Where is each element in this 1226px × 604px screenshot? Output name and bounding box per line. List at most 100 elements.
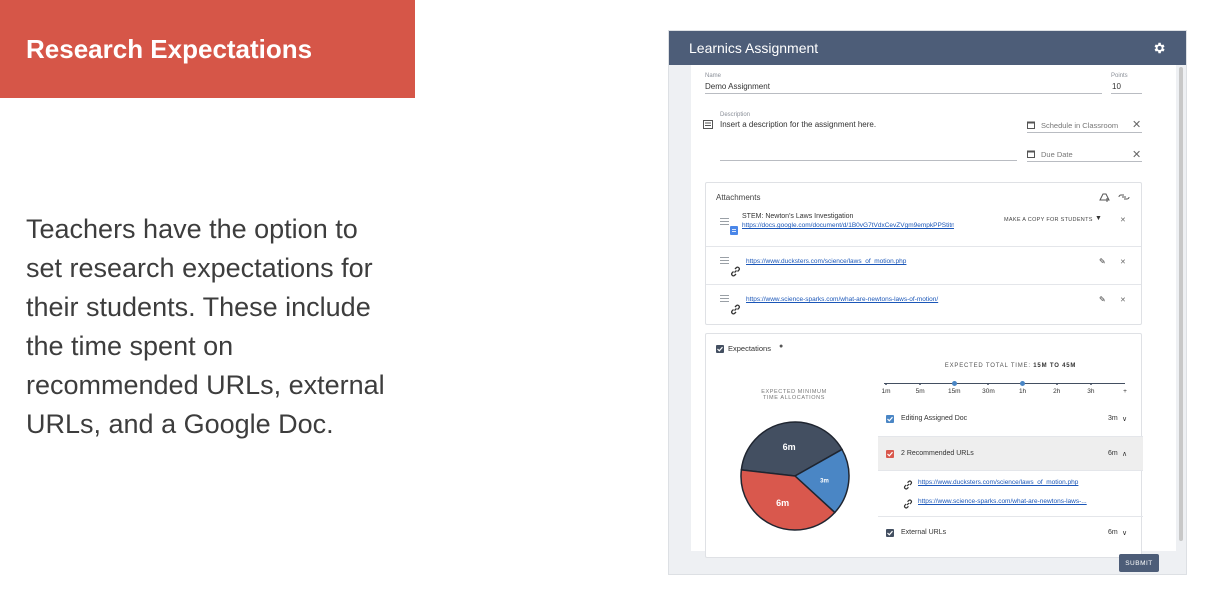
schedule-in-classroom-field[interactable]: Schedule in Classroom (1041, 121, 1118, 130)
slider-handle[interactable] (1020, 381, 1026, 386)
gear-icon[interactable] (1152, 41, 1166, 55)
schedule-underline (1027, 132, 1142, 133)
points-label: Points (1111, 73, 1128, 79)
row-time: 6m (1108, 529, 1118, 536)
row-label: 2 Recommended URLs (901, 450, 974, 457)
window-title-bar: Learnics Assignment (669, 31, 1186, 65)
slider-tick (919, 382, 922, 385)
attachment-row-link: https://www.ducksters.com/science/laws_o… (706, 246, 1141, 283)
slider-tick-label: 3h (1087, 388, 1095, 395)
attachments-title: Attachments (716, 193, 761, 202)
learnics-assignment-window: Learnics Assignment Name Demo Assignment… (668, 30, 1187, 575)
pie-slice-label: 6m (776, 498, 789, 508)
remove-attachment-icon[interactable]: ✕ (1120, 258, 1126, 266)
expected-total-value: 15M TO 45M (1033, 363, 1077, 369)
slider-tick (1089, 382, 1092, 385)
expectations-checkbox[interactable] (716, 345, 724, 353)
pie-title: EXPECTED MINIMUM TIME ALLOCATIONS (744, 389, 844, 401)
expectations-card: Expectations ● EXPECTED TOTAL TIME: 15M … (705, 333, 1143, 558)
slider-handle[interactable] (951, 381, 957, 386)
slide-title-banner: Research Expectations (0, 0, 415, 98)
recommended-url-list: https://www.ducksters.com/science/laws_o… (878, 470, 1143, 516)
slide-description: Teachers have the option to set research… (26, 214, 385, 439)
pie-slice-label: 6m (783, 442, 796, 452)
slide-title: Research Expectations (26, 33, 313, 64)
row-time: 6m (1108, 450, 1118, 457)
recommended-checkbox[interactable] (886, 450, 894, 458)
external-checkbox[interactable] (886, 529, 894, 537)
link-icon (731, 304, 740, 315)
description-underline (720, 160, 1017, 161)
expected-total-time: EXPECTED TOTAL TIME: 15M TO 45M (878, 363, 1143, 369)
due-date-underline (1027, 161, 1142, 162)
remove-attachment-icon[interactable]: ✕ (1120, 296, 1126, 304)
drag-handle-icon[interactable] (720, 295, 729, 304)
clear-due-date-icon[interactable]: ✕ (1132, 150, 1141, 161)
chevron-down-icon[interactable]: ∨ (1122, 415, 1127, 423)
name-label: Name (705, 73, 722, 79)
slider-tick (885, 382, 887, 385)
link-icon (731, 266, 740, 277)
scrollbar[interactable] (1179, 67, 1183, 541)
edit-pencil-icon[interactable]: ✎ (1099, 295, 1106, 304)
attachment-url[interactable]: https://docs.google.com/document/d/1B0vG… (742, 222, 954, 229)
description-icon (703, 120, 713, 129)
row-label: External URLs (901, 529, 947, 536)
attachment-title: STEM: Newton's Laws Investigation (742, 213, 854, 220)
slider-tick-label: 2h (1053, 388, 1061, 395)
edit-pencil-icon[interactable]: ✎ (1099, 257, 1106, 266)
expectation-row-doc[interactable]: Editing Assigned Doc 3m ∨ (878, 402, 1143, 436)
copy-mode-dropdown[interactable]: MAKE A COPY FOR STUDENTS (1004, 217, 1093, 223)
row-label: Editing Assigned Doc (901, 415, 968, 422)
attachment-row-google-doc: STEM: Newton's Laws Investigation https:… (706, 208, 1141, 245)
clear-schedule-icon[interactable]: ✕ (1132, 120, 1141, 131)
assignment-form: Name Demo Assignment Points 10 Descripti… (691, 65, 1176, 558)
slider-tick-label: 1h (1018, 388, 1027, 395)
name-input[interactable]: Demo Assignment (705, 82, 770, 91)
expectation-row-recommended[interactable]: 2 Recommended URLs 6m ∧ (878, 436, 1143, 470)
link-icon (903, 499, 913, 509)
expectations-label: Expectations (728, 344, 771, 353)
attachment-row-link: https://www.science-sparks.com/what-are-… (706, 284, 1141, 321)
chevron-up-icon[interactable]: ∧ (1122, 450, 1127, 458)
drag-handle-icon[interactable] (720, 257, 729, 266)
points-underline (1111, 93, 1142, 94)
link-icon (903, 480, 913, 490)
slider-tick-label: 1m (881, 388, 891, 395)
name-underline (705, 93, 1102, 94)
slider-tick-label: + (1123, 388, 1127, 395)
time-allocation-pie-chart: 6m 3m 6m (740, 421, 850, 531)
slider-tick-label: 30m (982, 388, 995, 395)
drag-handle-icon[interactable] (720, 218, 729, 227)
expectation-row-external[interactable]: External URLs 6m ∨ (878, 516, 1143, 550)
recommended-url[interactable]: https://www.ducksters.com/science/laws_o… (918, 479, 1140, 486)
attachment-url[interactable]: https://www.science-sparks.com/what-are-… (746, 296, 996, 303)
points-input[interactable]: 10 (1112, 82, 1121, 91)
chevron-down-icon[interactable]: ∨ (1122, 529, 1127, 537)
description-input[interactable]: Insert a description for the assignment … (720, 120, 876, 129)
attachment-url[interactable]: https://www.ducksters.com/science/laws_o… (746, 258, 996, 265)
slider-tick-label: 15m (947, 388, 961, 395)
calendar-icon (1027, 150, 1035, 158)
doc-checkbox[interactable] (886, 415, 894, 423)
expected-total-label: EXPECTED TOTAL TIME: (944, 363, 1031, 369)
row-time: 3m (1108, 415, 1118, 422)
slider-tick (1055, 382, 1058, 385)
time-range-slider[interactable]: 1m 5m 15m 30m 1h 2h 3h + (878, 380, 1143, 400)
recommended-url[interactable]: https://www.science-sparks.com/what-are-… (918, 498, 1140, 505)
description-label: Description (720, 112, 751, 118)
slider-tick-label: 5m (915, 388, 925, 395)
submit-button[interactable]: SUBMIT (1119, 554, 1159, 572)
pie-title-line2: TIME ALLOCATIONS (762, 395, 826, 401)
attachments-card: Attachments STEM: Newton's Laws Investig… (705, 182, 1142, 325)
add-drive-file-icon[interactable] (1098, 191, 1110, 203)
add-link-icon[interactable] (1118, 192, 1130, 202)
calendar-icon (1027, 121, 1035, 129)
chevron-down-icon[interactable]: ▼ (1095, 215, 1102, 222)
help-icon[interactable]: ● (779, 343, 783, 350)
remove-attachment-icon[interactable]: ✕ (1120, 216, 1126, 224)
pie-slice-label: 3m (820, 478, 829, 484)
expectation-list: Editing Assigned Doc 3m ∨ 2 Recommended … (878, 402, 1143, 547)
due-date-field[interactable]: Due Date (1041, 150, 1073, 159)
google-doc-icon (730, 226, 738, 235)
